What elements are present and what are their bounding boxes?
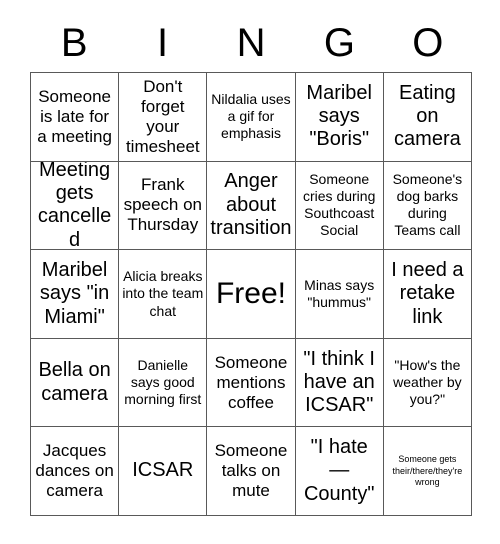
- bingo-cell[interactable]: I need a retake link: [383, 250, 472, 339]
- bingo-cell-label: Someone mentions coffee: [214, 352, 288, 412]
- bingo-header-letter-b: B: [60, 21, 88, 65]
- bingo-cell[interactable]: Bella on camera: [31, 338, 120, 428]
- bingo-cell[interactable]: "I think I have an ICSAR": [295, 338, 384, 428]
- bingo-grid: Someone is late for a meeting Don't forge…: [30, 72, 472, 516]
- bingo-cell-label: Maribel says "in Miami": [39, 258, 110, 328]
- bingo-cell[interactable]: ICSAR: [119, 427, 208, 516]
- bingo-cell[interactable]: Meeting gets cancelled: [31, 161, 120, 251]
- bingo-header-letter-o: O: [412, 21, 444, 65]
- bingo-cell[interactable]: Frank speech on Thursday: [119, 161, 208, 251]
- bingo-header-letter-g: G: [323, 21, 355, 65]
- bingo-cell[interactable]: Someone mentions coffee: [207, 338, 296, 428]
- bingo-cell-label: Maribel says "Boris": [306, 81, 372, 151]
- bingo-cell[interactable]: Someone's dog barks during Teams call: [383, 161, 472, 251]
- bingo-cell[interactable]: Maribel says "in Miami": [31, 250, 120, 339]
- bingo-cell[interactable]: Someone cries during Southcoast Social: [295, 161, 384, 251]
- bingo-cell-label: Alicia breaks into the team chat: [122, 268, 204, 319]
- bingo-cell-label: Free!: [215, 277, 286, 311]
- bingo-cell-label: "I think I have an ICSAR": [303, 347, 375, 417]
- bingo-cell-label: I need a retake link: [391, 258, 464, 328]
- bingo-cell[interactable]: Jacques dances on camera: [31, 427, 120, 516]
- bingo-cell-label: ICSAR: [132, 459, 194, 482]
- bingo-cell-label: Someone's dog barks during Teams call: [392, 171, 463, 239]
- bingo-cell-label: Someone is late for a meeting: [37, 86, 112, 146]
- bingo-cell-label: "I hate — County": [303, 436, 375, 505]
- bingo-cell-label: Someone talks on mute: [214, 441, 288, 501]
- bingo-cell[interactable]: Someone talks on mute: [207, 427, 296, 516]
- bingo-cell-label: Nildalia uses a gif for emphasis: [211, 91, 291, 142]
- bingo-cell-label: Minas says "hummus": [304, 276, 375, 310]
- bingo-cell-label: Jacques dances on camera: [35, 441, 114, 501]
- bingo-header-row: BINGO: [30, 14, 472, 72]
- bingo-cell[interactable]: Someone gets their/there/they're wrong: [383, 427, 472, 516]
- bingo-cell[interactable]: Minas says "hummus": [295, 250, 384, 339]
- bingo-cell[interactable]: "How's the weather by you?": [383, 338, 472, 428]
- bingo-cell[interactable]: Don't forget your timesheet: [119, 73, 208, 162]
- bingo-cell[interactable]: "I hate — County": [295, 427, 384, 516]
- bingo-cell-label: Meeting gets cancelled: [37, 161, 112, 251]
- bingo-cell[interactable]: Nildalia uses a gif for emphasis: [207, 73, 296, 162]
- bingo-cell-label: Someone cries during Southcoast Social: [303, 171, 376, 239]
- bingo-cell-label: Danielle says good morning first: [124, 356, 202, 408]
- bingo-cell[interactable]: Maribel says "Boris": [295, 73, 384, 162]
- bingo-cell-label: Eating on camera: [394, 81, 461, 151]
- bingo-cell[interactable]: Anger about transition: [207, 161, 296, 251]
- bingo-cell[interactable]: Someone is late for a meeting: [31, 73, 120, 162]
- bingo-cell-label: Bella on camera: [38, 359, 111, 405]
- bingo-cell-label: "How's the weather by you?": [393, 356, 462, 408]
- bingo-cell[interactable]: Danielle says good morning first: [119, 338, 208, 428]
- bingo-header-letter-i: I: [157, 21, 169, 65]
- bingo-cell-label: Don't forget your timesheet: [125, 76, 200, 156]
- bingo-header-letter-n: N: [236, 21, 266, 65]
- bingo-cell[interactable]: Alicia breaks into the team chat: [119, 250, 208, 339]
- bingo-cell-label: Anger about transition: [210, 170, 292, 240]
- bingo-cell-label: Frank speech on Thursday: [123, 175, 203, 235]
- bingo-cell-label: Someone gets their/there/they're wrong: [392, 454, 463, 487]
- bingo-card: B I N G O Someone is late for a meeting Don't…: [0, 0, 500, 544]
- bingo-free-cell[interactable]: Free!: [207, 250, 296, 339]
- bingo-cell[interactable]: Eating on camera: [383, 73, 472, 162]
